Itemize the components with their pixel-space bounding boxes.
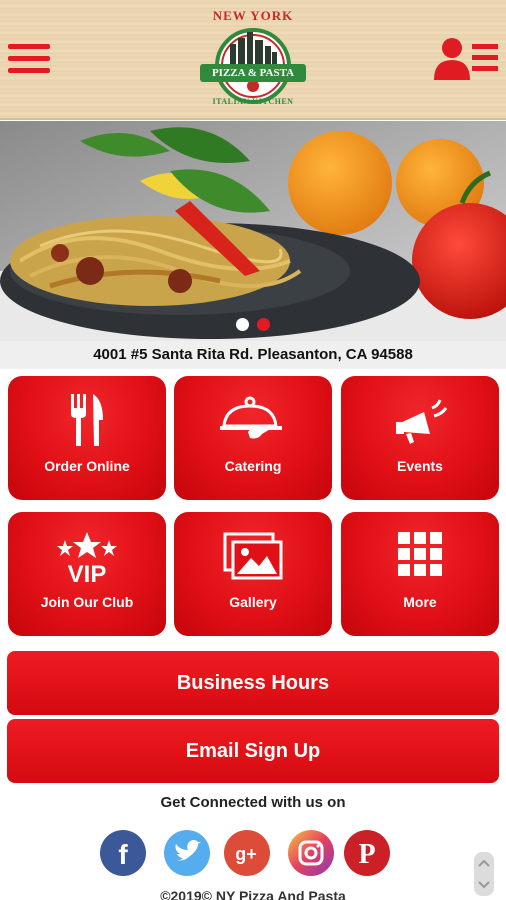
events-button[interactable]: Events	[341, 376, 499, 500]
instagram-icon[interactable]	[288, 830, 334, 876]
menu-bar	[8, 44, 50, 49]
connect-heading: Get Connected with us on	[160, 794, 346, 811]
svg-text:f: f	[118, 839, 128, 870]
logo-title: NEW YORK	[212, 8, 294, 23]
tile-label: Gallery	[229, 594, 277, 610]
carousel-indicators	[236, 318, 276, 332]
catering-button[interactable]: Catering	[174, 376, 332, 500]
user-profile-icon	[434, 38, 498, 80]
fork-knife-icon	[8, 394, 166, 450]
logo-subtitle: ITALIAN KITCHEN	[212, 97, 294, 106]
tile-label: Order Online	[44, 458, 130, 474]
svg-text:P: P	[358, 839, 375, 870]
svg-text:VIP: VIP	[68, 561, 107, 584]
pinterest-icon[interactable]: P	[344, 830, 390, 876]
business-hours-button[interactable]: Business Hours	[7, 651, 499, 715]
tile-label: Catering	[224, 458, 282, 474]
google-plus-icon[interactable]: g+	[224, 830, 270, 876]
logo-banner: PIZZA & PASTA	[200, 64, 306, 82]
order-online-button[interactable]: Order Online	[8, 376, 166, 500]
tile-label: Join Our Club	[40, 594, 134, 610]
facebook-icon[interactable]: f	[100, 830, 146, 876]
vip-stars-icon: VIP	[8, 530, 166, 588]
grid-icon	[341, 530, 499, 586]
megaphone-icon	[341, 394, 499, 450]
restaurant-address[interactable]: 4001 #5 Santa Rita Rd. Pleasanton, CA 94…	[0, 341, 506, 369]
more-button[interactable]: More	[341, 512, 499, 636]
hamburger-menu-button[interactable]	[8, 44, 50, 76]
tile-label: Events	[397, 458, 443, 474]
app-header: NEW YORK PIZZA & PASTA ITALIAN KITCHEN	[0, 0, 506, 120]
footer-copyright: ©2019© NY Pizza And Pasta	[160, 888, 346, 900]
hero-carousel[interactable]	[0, 121, 506, 341]
carousel-dot-2[interactable]	[257, 318, 270, 331]
pasta-dish-image	[0, 121, 506, 341]
gallery-icon	[174, 530, 332, 586]
twitter-icon[interactable]	[164, 830, 210, 876]
menu-bar	[8, 68, 50, 73]
tile-label: More	[403, 594, 437, 610]
menu-bar	[8, 56, 50, 61]
svg-text:g+: g+	[235, 844, 257, 864]
join-club-button[interactable]: VIP Join Our Club	[8, 512, 166, 636]
restaurant-logo[interactable]: NEW YORK PIZZA & PASTA ITALIAN KITCHEN	[200, 8, 306, 114]
user-account-button[interactable]	[432, 36, 500, 80]
carousel-dot-1[interactable]	[236, 318, 249, 331]
cloche-icon	[174, 394, 332, 450]
email-signup-button[interactable]: Email Sign Up	[7, 719, 499, 783]
gallery-button[interactable]: Gallery	[174, 512, 332, 636]
